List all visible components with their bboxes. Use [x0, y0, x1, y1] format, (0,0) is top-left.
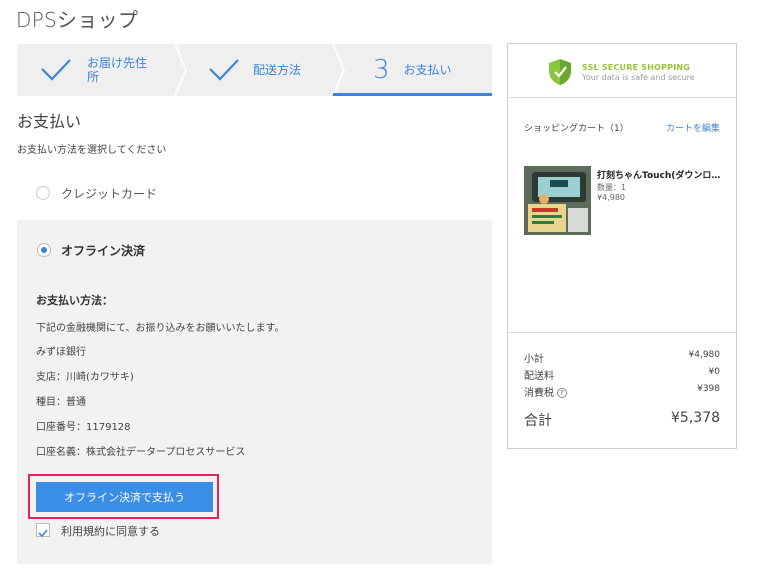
check-icon — [209, 59, 239, 81]
check-icon — [41, 59, 71, 81]
payment-subtitle: お支払い方法を選択してください — [17, 145, 167, 156]
terms-label[interactable]: 利用規約に同意する — [61, 523, 160, 539]
step-shipping-address[interactable]: お届け先住所 — [39, 44, 149, 96]
payment-title: お支払い — [17, 112, 82, 131]
tax-label-group: 消費税? — [524, 384, 567, 399]
bank-branch: 支店：川崎(カワサキ) — [36, 372, 134, 383]
credit-card-radio[interactable] — [36, 186, 50, 200]
step-label: 配送方法 — [253, 63, 302, 77]
cart-summary: SSL SECURE SHOPPING Your data is safe an… — [507, 43, 737, 449]
shop-title: DPSショップ — [16, 8, 139, 32]
ssl-title: SSL SECURE SHOPPING — [582, 63, 691, 72]
total-label: 合計 — [524, 413, 552, 429]
bank-name: みずほ銀行 — [36, 347, 86, 358]
step-number: 3 — [373, 55, 390, 85]
product-quantity: 数量：1 — [597, 183, 627, 192]
account-holder: 口座名義：株式会社データープロセスサービス — [36, 447, 246, 458]
offline-payment-label[interactable]: オフライン決済 — [61, 242, 145, 259]
shipping-row: 配送料 ¥0 — [524, 367, 720, 382]
step-divider — [333, 44, 345, 96]
step-label: お支払い — [403, 63, 452, 77]
shipping-value: ¥0 — [708, 367, 720, 377]
edit-cart-link[interactable]: カートを編集 — [666, 121, 720, 134]
step-shipping-method[interactable]: 配送方法 — [207, 44, 301, 96]
shipping-label: 配送料 — [524, 371, 554, 382]
total-value: ¥5,378 — [671, 410, 720, 426]
tax-value: ¥398 — [697, 384, 720, 394]
account-number: 口座番号：1179128 — [36, 422, 131, 433]
ssl-banner: SSL SECURE SHOPPING Your data is safe an… — [508, 44, 736, 98]
bank-instruction: 下記の金融機関にて、お振り込みをお願いいたします。 — [36, 323, 285, 334]
offline-pay-button[interactable]: オフライン決済で支払う — [36, 482, 213, 512]
step-label: お届け先住所 — [87, 56, 148, 84]
payment-method-heading: お支払い方法： — [36, 294, 113, 307]
divider — [508, 332, 736, 333]
subtotal-label: 小計 — [524, 354, 544, 365]
step-payment[interactable]: 3 お支払い — [373, 44, 452, 96]
help-icon[interactable]: ? — [557, 388, 567, 398]
cart-title: ショッピングカート（1） — [524, 124, 629, 134]
account-type: 種目：普通 — [36, 397, 86, 408]
product-name: 打刻ちゃんTouch(ダウンロード版) — [597, 171, 721, 181]
terms-checkbox[interactable] — [36, 523, 50, 538]
offline-payment-radio[interactable] — [37, 243, 51, 257]
ssl-subtitle: Your data is safe and secure — [582, 73, 695, 82]
step-divider — [175, 44, 187, 96]
product-price: ¥4,980 — [597, 193, 625, 202]
shield-check-icon — [549, 59, 571, 85]
total-row: 合計 ¥5,378 — [524, 410, 720, 430]
active-step-indicator — [333, 93, 492, 96]
product-image — [524, 166, 591, 235]
subtotal-value: ¥4,980 — [688, 350, 721, 360]
subtotal-row: 小計 ¥4,980 — [524, 350, 720, 365]
tax-label: 消費税 — [524, 388, 554, 399]
credit-card-label[interactable]: クレジットカード — [61, 185, 157, 202]
tax-row: 消費税? ¥398 — [524, 384, 720, 399]
checkout-steps: お届け先住所 配送方法 3 お支払い — [17, 44, 492, 96]
checkmark-icon — [38, 529, 48, 538]
